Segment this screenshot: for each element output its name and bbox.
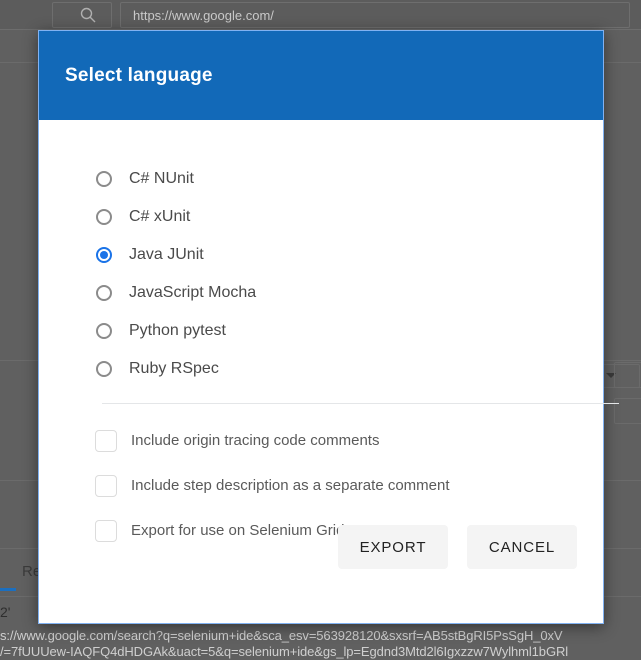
radio-icon-selected bbox=[96, 247, 112, 263]
checkbox-icon bbox=[95, 519, 117, 542]
checkbox-label: Include step description as a separate c… bbox=[131, 477, 450, 494]
dialog-title: Select language bbox=[65, 64, 213, 86]
background-tab-underline bbox=[0, 588, 16, 591]
radio-icon bbox=[96, 361, 112, 377]
radio-label: Java JUnit bbox=[129, 246, 204, 263]
radio-option-python-pytest[interactable]: Python pytest bbox=[64, 312, 578, 350]
radio-label: Ruby RSpec bbox=[129, 360, 219, 377]
checkbox-origin-tracing-comments[interactable]: Include origin tracing code comments bbox=[64, 418, 578, 463]
status-url-line-1: s://www.google.com/search?q=selenium+ide… bbox=[0, 628, 563, 643]
background-field[interactable] bbox=[614, 362, 641, 388]
radio-icon bbox=[96, 209, 112, 225]
radio-option-javascript-mocha[interactable]: JavaScript Mocha bbox=[64, 274, 578, 312]
status-url-line-2: /=7fUUUew-IAQFQ4dHDGAk&uact=5&q=selenium… bbox=[0, 644, 569, 659]
background-field[interactable] bbox=[614, 398, 641, 424]
radio-label: C# xUnit bbox=[129, 208, 191, 225]
dialog-body: C# NUnit C# xUnit Java JUnit JavaScript … bbox=[39, 120, 619, 623]
radio-icon bbox=[96, 171, 112, 187]
checkbox-icon bbox=[95, 429, 117, 452]
checkbox-label: Include origin tracing code comments bbox=[131, 432, 380, 449]
radio-label: C# NUnit bbox=[129, 170, 194, 187]
browser-url-text: https://www.google.com/ bbox=[133, 8, 274, 23]
radio-icon bbox=[96, 323, 112, 339]
radio-option-ruby-rspec[interactable]: Ruby RSpec bbox=[64, 350, 578, 388]
checkbox-icon bbox=[95, 474, 117, 497]
radio-label: JavaScript Mocha bbox=[129, 284, 257, 301]
search-icon bbox=[80, 7, 96, 23]
radio-option-csharp-xunit[interactable]: C# xUnit bbox=[64, 198, 578, 236]
radio-option-csharp-nunit[interactable]: C# NUnit bbox=[64, 160, 578, 198]
language-radio-group: C# NUnit C# xUnit Java JUnit JavaScript … bbox=[64, 160, 578, 388]
checkbox-label: Export for use on Selenium Grid bbox=[131, 522, 345, 539]
export-button[interactable]: EXPORT bbox=[338, 525, 448, 569]
cancel-button[interactable]: CANCEL bbox=[467, 525, 577, 569]
radio-option-java-junit[interactable]: Java JUnit bbox=[64, 236, 578, 274]
radio-label: Python pytest bbox=[129, 322, 226, 339]
background-cell-text: 2' bbox=[0, 604, 11, 620]
radio-icon bbox=[96, 285, 112, 301]
checkbox-step-description-comment[interactable]: Include step description as a separate c… bbox=[64, 463, 578, 508]
dialog-header: Select language bbox=[39, 31, 603, 120]
dialog-actions: EXPORT CANCEL bbox=[338, 525, 577, 569]
status-bar-url: s://www.google.com/search?q=selenium+ide… bbox=[0, 628, 568, 660]
select-language-dialog: Select language C# NUnit C# xUnit Java J… bbox=[38, 30, 619, 624]
section-divider bbox=[102, 403, 619, 404]
